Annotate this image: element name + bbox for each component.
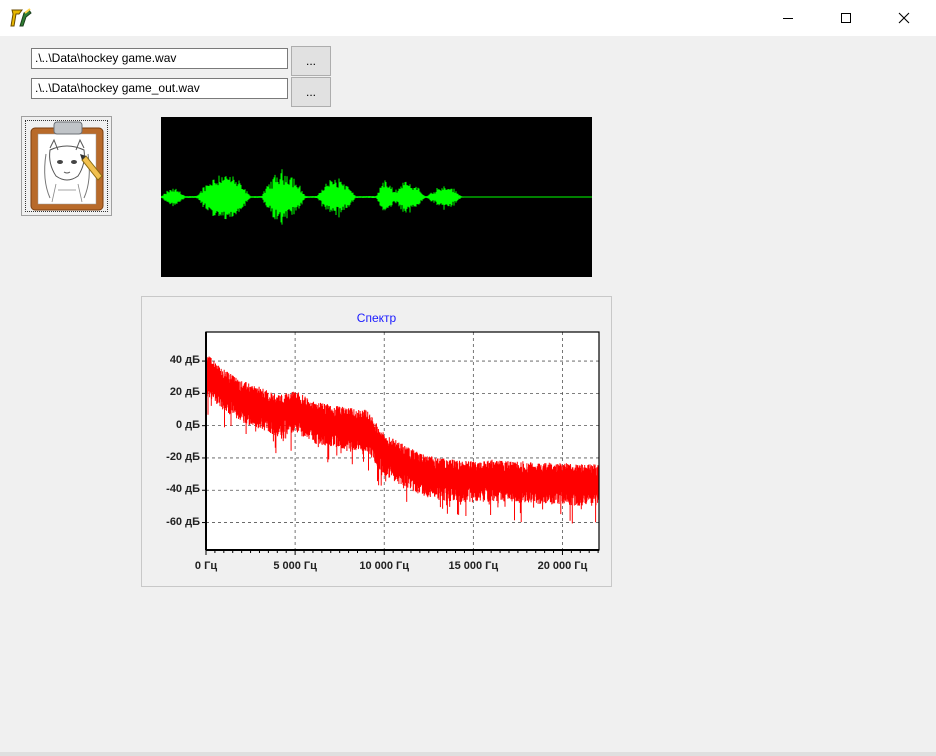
y-tick-label: 0 дБ	[175, 418, 200, 431]
title-bar	[0, 0, 936, 36]
window-bottom-edge	[0, 752, 936, 756]
minimize-button[interactable]	[765, 0, 811, 36]
browse-output-button[interactable]: ...	[291, 77, 331, 107]
close-icon	[898, 12, 910, 24]
output-file-field[interactable]: .\..\Data\hockey game_out.wav	[31, 78, 288, 99]
maximize-button[interactable]	[823, 0, 869, 36]
x-tick-label: 5 000 Гц	[273, 560, 317, 572]
minimize-icon	[783, 18, 793, 19]
x-tick-label: 0 Гц	[194, 560, 218, 572]
browse-input-button[interactable]: ...	[291, 46, 331, 76]
y-tick-label: 20 дБ	[169, 386, 200, 399]
image-button[interactable]	[21, 116, 112, 216]
y-tick-label: -60 дБ	[166, 515, 200, 528]
waveform-display	[160, 117, 592, 277]
x-tick-label: 20 000 Гц	[537, 560, 588, 572]
x-tick-label: 10 000 Гц	[359, 560, 410, 572]
clipboard-sketch-icon	[30, 121, 104, 211]
close-button[interactable]	[881, 0, 927, 36]
waveform-graph	[160, 169, 592, 225]
y-tick-label: 40 дБ	[169, 354, 200, 367]
input-file-field[interactable]: .\..\Data\hockey game.wav	[31, 48, 288, 69]
x-tick-label: 15 000 Гц	[448, 560, 499, 572]
y-tick-label: -40 дБ	[166, 483, 200, 496]
plot-area	[206, 332, 599, 550]
spectrum-chart: Спектр 40 дБ 20 дБ 0 дБ -20 дБ -40 дБ -60 дБ …	[141, 296, 612, 587]
maximize-icon	[841, 13, 851, 23]
y-tick-label: -20 дБ	[166, 450, 200, 463]
spectrum-plot	[202, 331, 600, 555]
app-logo-icon	[10, 7, 32, 29]
